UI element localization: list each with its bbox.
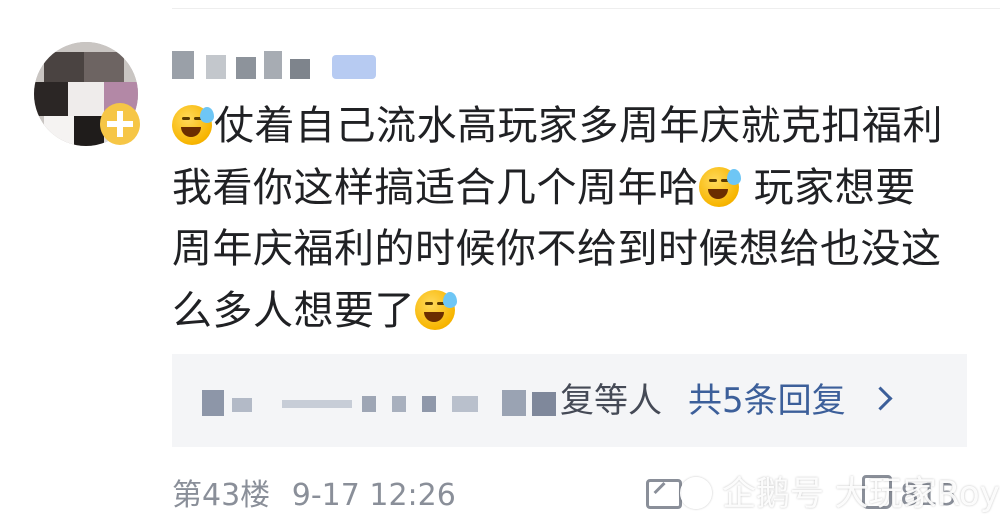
comment-meta: 第43楼 9-17 12:26 <box>172 474 468 518</box>
reply-names-suffix: 复等人 <box>560 381 662 421</box>
comment-time: 9-17 12:26 <box>291 478 456 513</box>
comment-text: 仗着自己流水高玩家多周年庆就克扣福利 我看你这样搞适合几个周年哈 玩家想要 周年… <box>172 96 972 342</box>
watermark: 企鹅号 大玩家Roy <box>680 471 1000 517</box>
username-obscured[interactable] <box>172 47 382 83</box>
penguin-logo-icon <box>680 477 712 509</box>
top-divider <box>172 8 1000 9</box>
reply-names-obscured <box>202 390 572 416</box>
vip-badge-icon <box>100 103 140 145</box>
reply-icon[interactable] <box>646 479 682 509</box>
laughing-crying-emoji-icon <box>698 166 741 207</box>
comment-line: 我看你这样搞适合几个周年哈 玩家想要 <box>172 164 916 211</box>
view-replies-link[interactable]: 共5条回复 <box>688 379 846 423</box>
comment-line: 周年庆福利的时候你不给到时候想给也没这 <box>172 226 942 272</box>
floor-number: 第43楼 <box>172 478 271 513</box>
laughing-crying-emoji-icon <box>415 289 457 330</box>
chevron-right-icon <box>868 386 893 411</box>
comment-line: 仗着自己流水高玩家多周年庆就克扣福利 <box>172 96 972 158</box>
laughing-crying-emoji-icon <box>172 105 214 145</box>
comment-line: 么多人想要了 <box>172 281 972 343</box>
replies-preview[interactable]: 复等人 共5条回复 <box>172 354 967 447</box>
